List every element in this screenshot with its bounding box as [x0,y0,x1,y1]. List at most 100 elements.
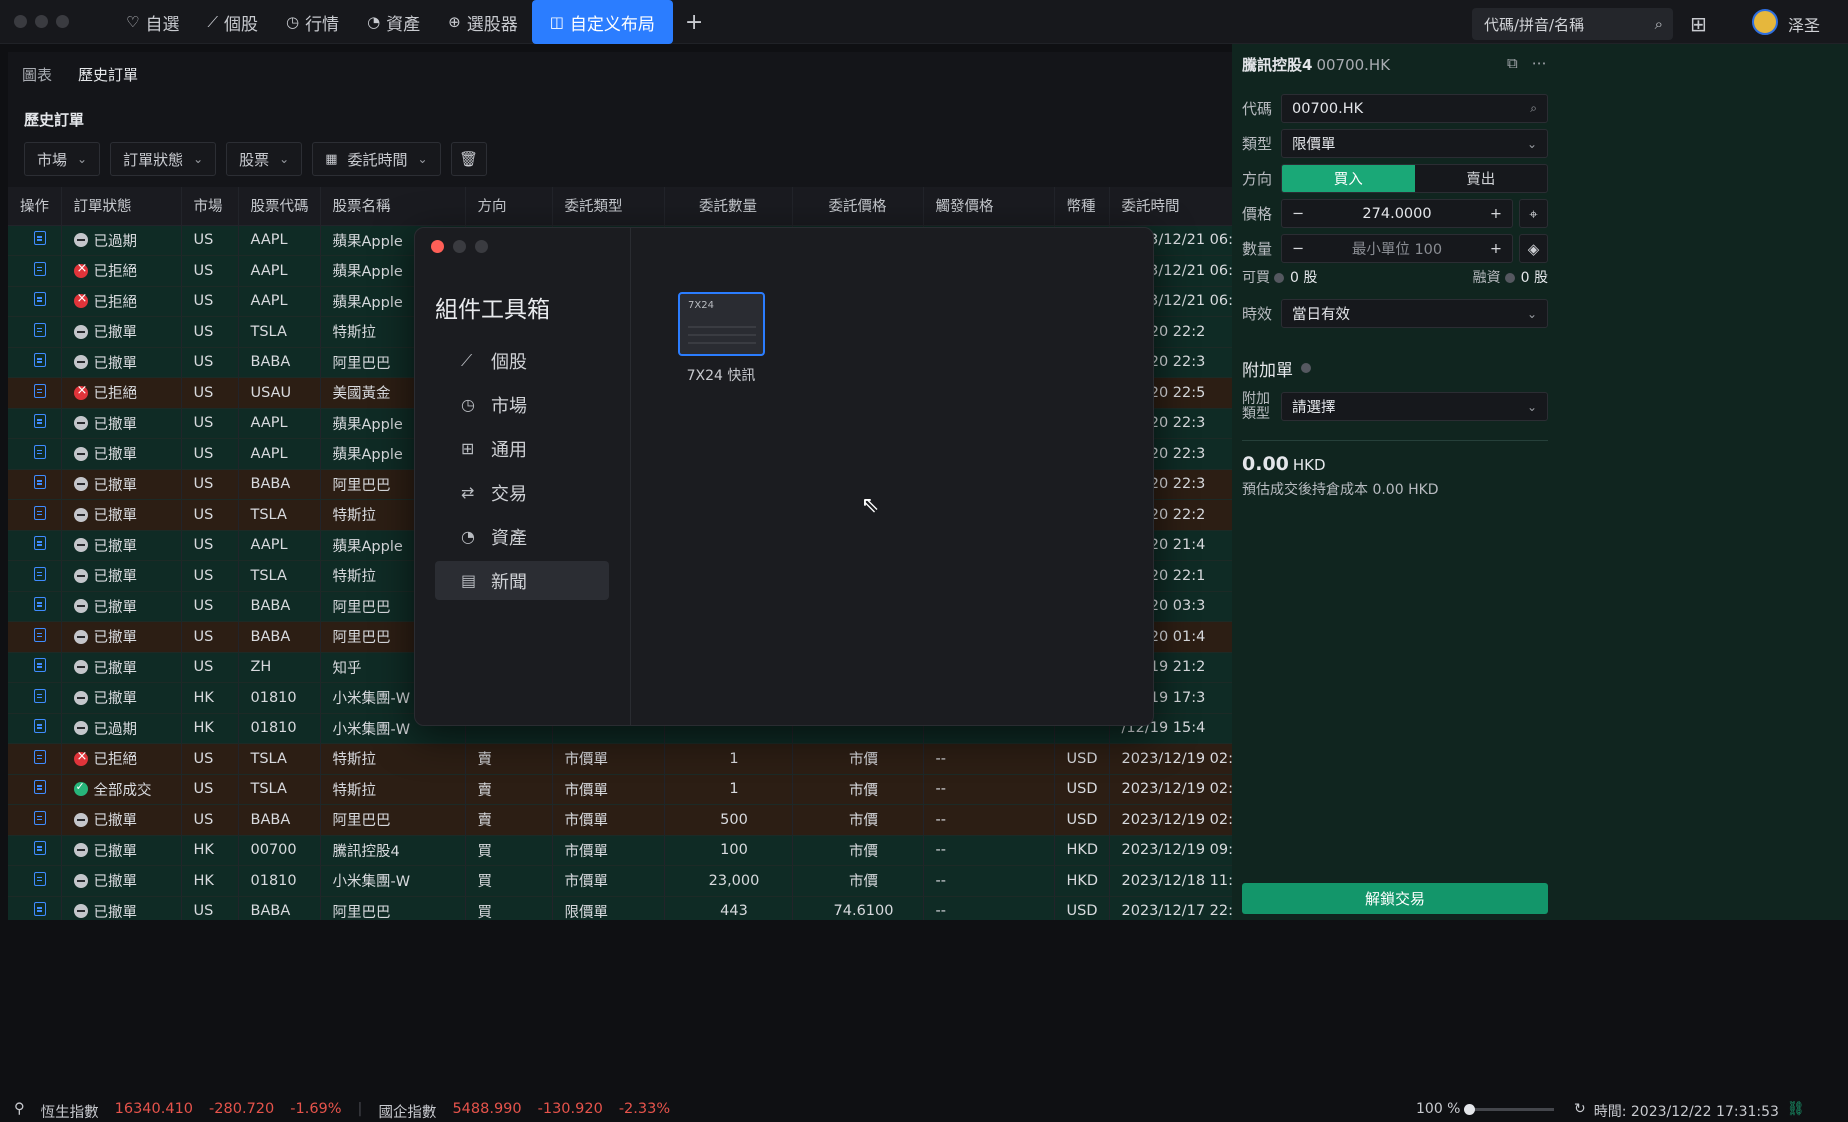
document-icon[interactable] [34,597,47,612]
order-detail-cell[interactable] [8,377,62,409]
zoom-knob[interactable] [1464,1103,1476,1115]
refresh-icon[interactable]: ↻ [1574,1101,1586,1121]
order-type-select[interactable]: 限價單 ⌄ [1281,129,1548,158]
column-header[interactable]: 觸發價格 [923,187,1055,226]
order-detail-cell[interactable] [8,591,62,622]
clear-filter-button[interactable]: 🗑 [450,142,487,176]
tab-market[interactable]: ◷ 行情 [272,0,353,44]
order-detail-cell[interactable] [8,621,62,653]
document-icon[interactable] [34,292,47,307]
document-icon[interactable] [34,841,47,856]
document-icon[interactable] [34,780,47,795]
code-input[interactable]: 00700.HK ⌕ [1281,94,1548,123]
order-detail-cell[interactable] [8,225,62,256]
document-icon[interactable] [34,353,47,368]
apps-grid-icon[interactable]: ⊞ [1690,12,1707,36]
minus-icon[interactable]: − [1292,241,1304,257]
close-window-button[interactable] [14,15,27,28]
tab-chart[interactable]: 圖表 [22,64,52,85]
tab-watchlist[interactable]: ♡ 自選 [112,0,193,44]
link-icon[interactable]: ⛓ [1787,1101,1805,1121]
dialog-close-button[interactable] [431,240,444,253]
zoom-slider[interactable] [1464,1103,1555,1115]
order-detail-cell[interactable] [8,835,62,866]
quantity-stepper[interactable]: − 最小單位 100 + [1281,234,1513,263]
order-detail-cell[interactable] [8,499,62,531]
info-icon[interactable] [1504,273,1515,283]
column-header[interactable]: 委託價格 [792,187,924,226]
document-icon[interactable] [34,627,47,642]
tab-stock[interactable]: ⟋ 個股 [193,0,272,44]
minimize-window-button[interactable] [35,15,48,28]
order-detail-cell[interactable] [8,408,62,439]
order-detail-cell[interactable] [8,347,62,378]
dialog-zoom-button[interactable] [475,240,488,253]
order-detail-cell[interactable] [8,713,62,744]
column-header[interactable]: 幣種 [1054,187,1110,226]
document-icon[interactable] [34,414,47,429]
category-trade[interactable]: ⇄ 交易 [435,473,609,512]
hsi-name[interactable]: 恆生指數 [41,1101,99,1122]
stock-filter[interactable]: 股票 ⌄ [226,142,303,176]
table-row[interactable]: 全部成交USTSLA特斯拉賣市價單1市價--USD2023/12/19 02:1 [8,774,1444,805]
category-stock[interactable]: ⟋ 個股 [435,341,609,380]
column-header[interactable]: 操作 [8,187,62,226]
order-detail-cell[interactable] [8,316,62,348]
document-icon[interactable] [34,566,47,581]
category-general[interactable]: ⊞ 通用 [435,429,609,468]
order-detail-cell[interactable] [8,438,62,470]
tab-history-orders[interactable]: 歷史訂單 [78,64,138,85]
locate-price-button[interactable]: ⌖ [1519,199,1548,228]
order-detail-cell[interactable] [8,560,62,592]
order-detail-cell[interactable] [8,743,62,775]
category-news[interactable]: ▤ 新聞 [435,561,609,600]
document-icon[interactable] [34,810,47,825]
market-filter[interactable]: 市場 ⌄ [24,142,101,176]
plus-icon[interactable]: + [1490,206,1502,222]
column-header[interactable]: 訂單狀態 [61,187,182,226]
tab-custom-layout[interactable]: ◫ 自定义布局 [531,0,673,44]
more-icon[interactable]: ⋯ [1532,54,1547,72]
search-input[interactable]: 代碼/拼音/名稱 ⌕ [1472,8,1673,40]
column-header[interactable]: 委託類型 [552,187,665,226]
addon-type-select[interactable]: 請選擇 ⌄ [1281,392,1548,421]
document-icon[interactable] [34,536,47,551]
document-icon[interactable] [34,322,47,337]
order-detail-cell[interactable] [8,652,62,683]
document-icon[interactable] [34,902,47,917]
unlock-trade-button[interactable]: 解鎖交易 [1242,883,1548,914]
popout-icon[interactable]: ⧉ [1507,54,1518,72]
category-market[interactable]: ◷ 市場 [435,385,609,424]
order-detail-cell[interactable] [8,530,62,561]
document-icon[interactable] [34,719,47,734]
widget-7x24-news[interactable]: 7X24 [678,292,765,356]
time-filter[interactable]: ▦ 委託時間 ⌄ [312,142,441,176]
add-tab-button[interactable]: + [673,0,715,44]
status-filter[interactable]: 訂單狀態 ⌄ [110,142,217,176]
layers-button[interactable]: ◈ [1519,234,1548,263]
document-icon[interactable] [34,749,47,764]
username[interactable]: 泽圣 [1788,12,1820,36]
tab-screener[interactable]: ⊕ 選股器 [434,0,532,44]
sell-button[interactable]: 賣出 [1415,165,1548,192]
order-detail-cell[interactable] [8,865,62,897]
column-header[interactable]: 市場 [181,187,239,226]
order-detail-cell[interactable] [8,804,62,836]
document-icon[interactable] [34,688,47,703]
order-detail-cell[interactable] [8,255,62,287]
order-detail-cell[interactable] [8,286,62,317]
table-row[interactable]: 已拒絕USTSLA特斯拉賣市價單1市價--USD2023/12/19 02:1 [8,743,1444,775]
order-detail-cell[interactable] [8,469,62,500]
column-header[interactable]: 委託數量 [664,187,793,226]
document-icon[interactable] [34,658,47,673]
document-icon[interactable] [34,261,47,276]
table-row[interactable]: 已撤單 US BABA 阿里巴巴賣市價單 500 市價 -- USD 2023/12/19 02… [8,804,1444,836]
table-row[interactable]: 已撤單 HK 00700 騰訊控股4 買市價單 100 市價 -- HKD 2023/12/19 … [8,835,1444,866]
info-icon[interactable] [1274,273,1284,283]
document-icon[interactable] [34,383,47,398]
buy-button[interactable]: 買入 [1282,165,1415,192]
category-assets[interactable]: ◔ 資產 [435,517,609,556]
dialog-minimize-button[interactable] [453,240,466,253]
order-detail-cell[interactable] [8,682,62,714]
price-stepper[interactable]: − 274.0000 + [1281,199,1513,228]
